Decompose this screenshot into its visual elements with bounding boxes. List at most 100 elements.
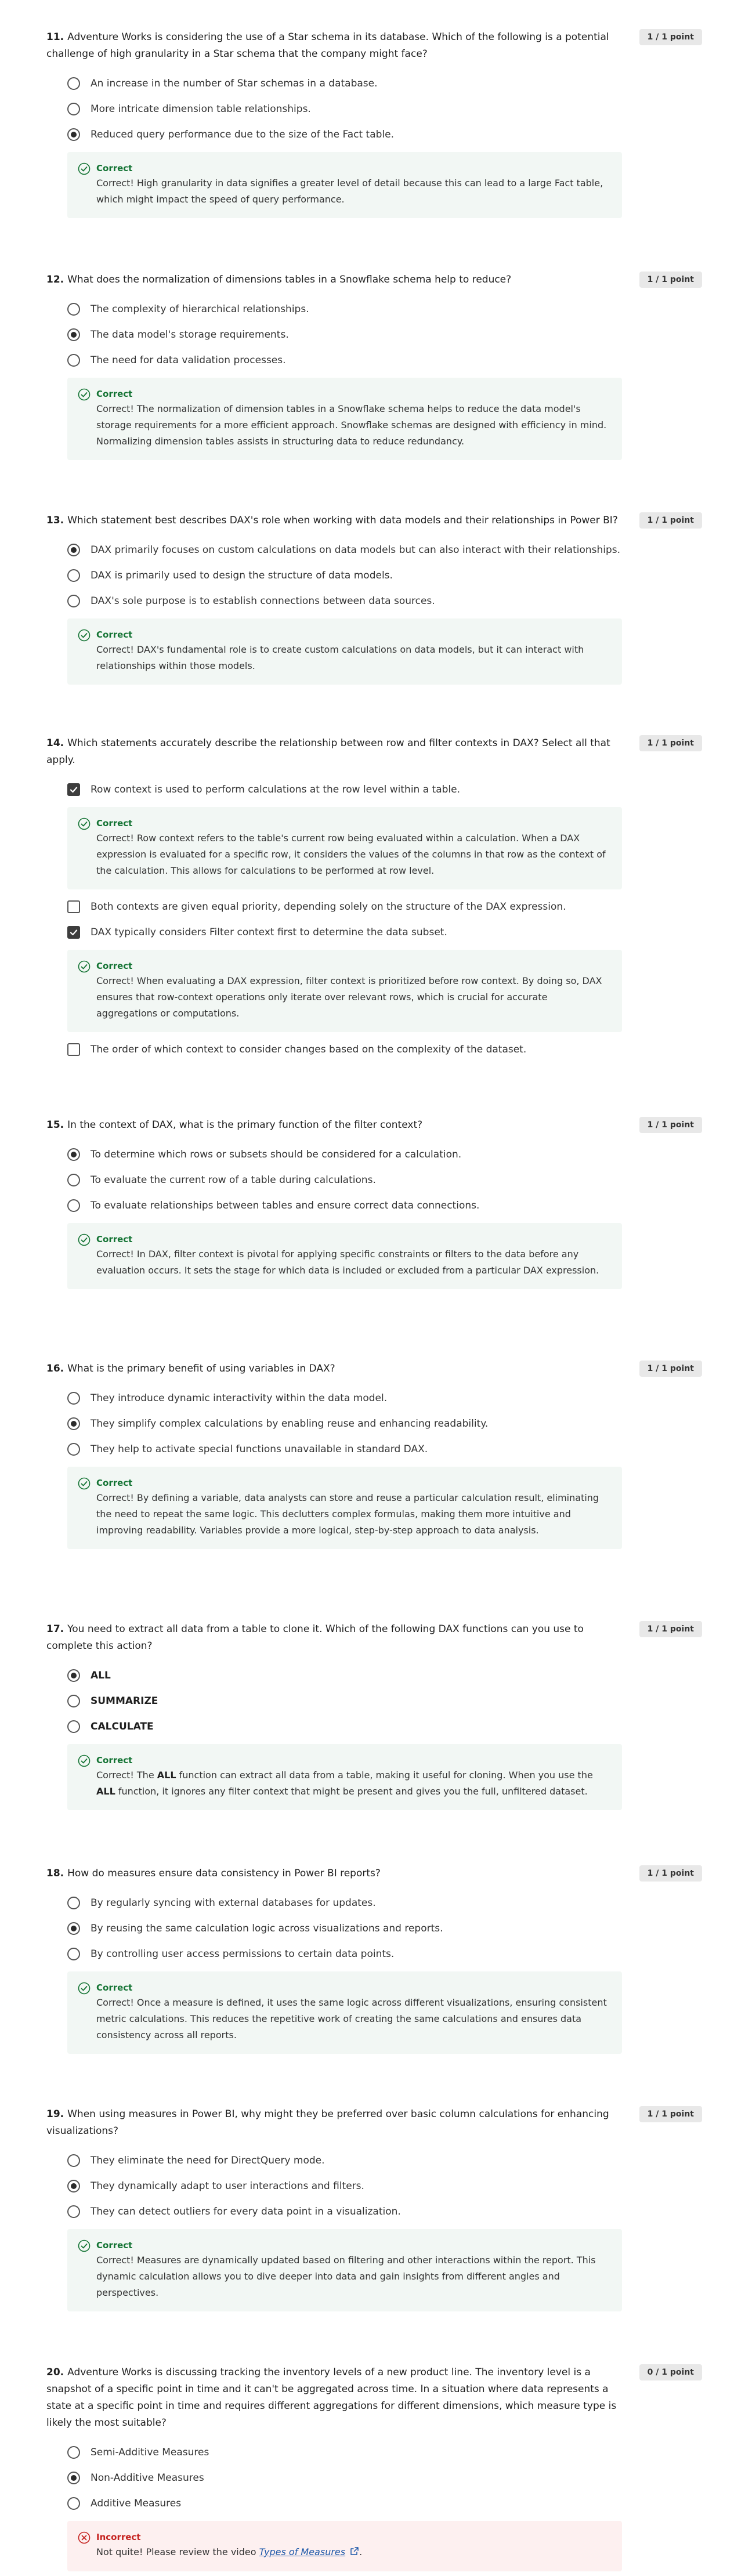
option-label: SUMMARIZE [91,1695,158,1707]
question-text: 19. When using measures in Power BI, why … [46,2106,621,2140]
checkbox-checked[interactable] [67,926,80,939]
answer-option[interactable]: To evaluate the current row of a table d… [46,1167,702,1193]
check-circle-icon [78,960,91,973]
answer-option[interactable]: DAX's sole purpose is to establish conne… [46,588,702,614]
question-prompt: What is the primary benefit of using var… [67,1363,335,1374]
question-prompt: Which statements accurately describe the… [46,737,610,766]
feedback-text: Correct! DAX's fundamental role is to cr… [96,644,584,671]
radio-button-checked[interactable] [67,1922,80,1935]
function-name: ALL [157,1770,176,1781]
answer-option[interactable]: By regularly syncing with external datab… [46,1890,702,1916]
answer-option[interactable]: Non-Additive Measures [46,2465,702,2491]
answer-option[interactable]: They can detect outliers for every data … [46,2199,702,2224]
radio-button-checked[interactable] [67,544,80,556]
answer-option[interactable]: The data model's storage requirements. [46,322,702,348]
question-text: 16. What is the primary benefit of using … [46,1361,621,1377]
radio-button-checked[interactable] [67,1148,80,1161]
answer-option[interactable]: DAX is primarily used to design the stru… [46,563,702,588]
option-label: By regularly syncing with external datab… [91,1897,376,1909]
radio-button-checked[interactable] [67,128,80,141]
radio-button[interactable] [67,1948,80,1960]
question-text: 12. What does the normalization of dimens… [46,272,621,288]
checkbox[interactable] [67,1043,80,1056]
option-label: Non-Additive Measures [91,2472,204,2484]
option-label: To evaluate the current row of a table d… [91,1174,376,1186]
radio-button-checked[interactable] [67,1417,80,1430]
radio-button[interactable] [67,569,80,582]
radio-button-checked[interactable] [67,2472,80,2484]
answer-option[interactable]: They dynamically adapt to user interacti… [46,2173,702,2199]
answer-option[interactable]: They simplify complex calculations by en… [46,1411,702,1437]
radio-button[interactable] [67,2446,80,2459]
radio-button[interactable] [67,595,80,607]
radio-button[interactable] [67,1174,80,1186]
question-text: 13. Which statement best describes DAX's … [46,512,621,529]
answer-option[interactable]: To determine which rows or subsets shoul… [46,1142,702,1167]
radio-button-checked[interactable] [67,2180,80,2193]
radio-button[interactable] [67,1443,80,1456]
radio-button[interactable] [67,1720,80,1733]
answer-option[interactable]: Row context is used to perform calculati… [46,777,702,802]
checkbox-checked[interactable] [67,783,80,796]
answer-option[interactable]: The complexity of hierarchical relations… [46,296,702,322]
question-20: 20. Adventure Works is discussing trackin… [46,2364,702,2576]
options-list: ALL SUMMARIZE CALCULATE Correct Correct! The… [46,1663,702,1810]
option-label: More intricate dimension table relations… [91,103,311,115]
answer-option[interactable]: By controlling user access permissions t… [46,1941,702,1967]
answer-option[interactable]: To evaluate relationships between tables… [46,1193,702,1218]
radio-button[interactable] [67,2497,80,2510]
answer-option[interactable]: ALL [46,1663,702,1688]
feedback-box: Correct Correct! The normalization of dim… [67,378,622,460]
answer-option[interactable]: They introduce dynamic interactivity wit… [46,1385,702,1411]
answer-option[interactable]: DAX primarily focuses on custom calculat… [46,537,702,563]
feedback-text: Correct! The ALL function can extract al… [96,1767,610,1800]
answer-option[interactable]: They help to activate special functions … [46,1437,702,1462]
question-prompt: In the context of DAX, what is the prima… [67,1119,423,1131]
radio-button[interactable] [67,1392,80,1405]
radio-button[interactable] [67,1695,80,1707]
radio-button[interactable] [67,303,80,316]
radio-button-checked[interactable] [67,1669,80,1682]
answer-option[interactable]: Reduced query performance due to the siz… [46,122,702,147]
question-number: 17. [46,1623,64,1635]
answer-option[interactable]: DAX typically considers Filter context f… [46,920,702,945]
answer-option[interactable]: More intricate dimension table relations… [46,96,702,122]
answer-option[interactable]: By reusing the same calculation logic ac… [46,1916,702,1941]
question-11: 11. Adventure Works is considering the us… [46,29,702,223]
feedback-box: Correct Correct! The ALL function can ext… [67,1744,622,1810]
feedback-status: Incorrect [96,2532,141,2542]
feedback-segment: Correct! The [96,1770,157,1781]
radio-button[interactable] [67,2205,80,2218]
answer-option[interactable]: They eliminate the need for DirectQuery … [46,2148,702,2173]
feedback-status: Correct [96,2240,133,2251]
question-16: 16. What is the primary benefit of using … [46,1361,702,1554]
radio-button[interactable] [67,77,80,90]
feedback-status: Correct [96,961,133,971]
question-number: 19. [46,2108,64,2120]
feedback-box: Correct Correct! By defining a variable, … [67,1467,622,1549]
radio-button[interactable] [67,2154,80,2167]
option-label: Row context is used to perform calculati… [91,784,461,795]
feedback-text: Correct! By defining a variable, data an… [96,1492,599,1536]
answer-option[interactable]: CALCULATE [46,1714,702,1739]
feedback-box: Correct Correct! Measures are dynamically… [67,2229,622,2311]
option-label: DAX is primarily used to design the stru… [91,570,393,581]
radio-button[interactable] [67,1199,80,1212]
question-header: 16. What is the primary benefit of using … [46,1361,702,1377]
answer-option[interactable]: Both contexts are given equal priority, … [46,894,702,920]
external-link-icon[interactable] [350,2545,359,2561]
video-link[interactable]: Types of Measures [259,2546,345,2557]
checkbox[interactable] [67,900,80,913]
option-label: An increase in the number of Star schema… [91,78,378,89]
answer-option[interactable]: SUMMARIZE [46,1688,702,1714]
answer-option[interactable]: Semi-Additive Measures [46,2440,702,2465]
radio-button[interactable] [67,354,80,367]
answer-option[interactable]: An increase in the number of Star schema… [46,71,702,96]
radio-button-checked[interactable] [67,328,80,341]
check-circle-icon [78,388,91,401]
answer-option[interactable]: The order of which context to consider c… [46,1037,702,1062]
radio-button[interactable] [67,103,80,115]
answer-option[interactable]: Additive Measures [46,2491,702,2516]
answer-option[interactable]: The need for data validation processes. [46,348,702,373]
radio-button[interactable] [67,1897,80,1909]
